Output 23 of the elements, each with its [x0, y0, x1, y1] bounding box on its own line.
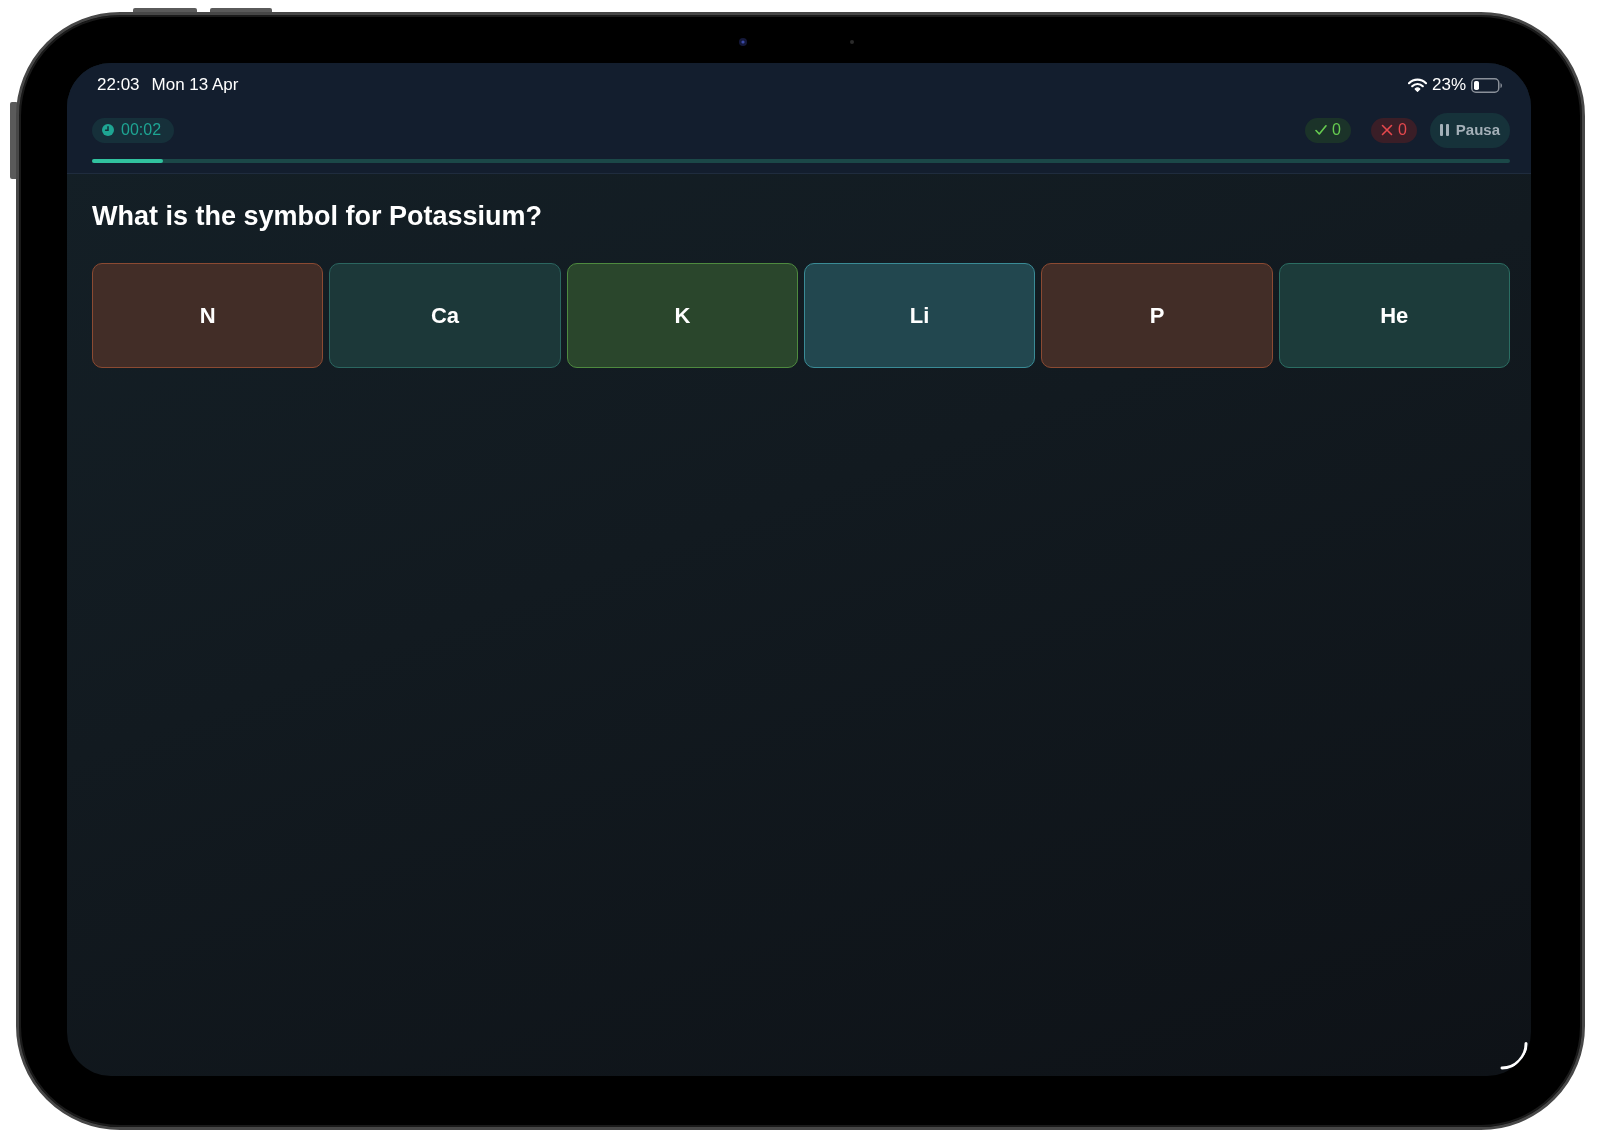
battery-icon — [1471, 77, 1502, 93]
answer-button[interactable]: P — [1041, 263, 1273, 368]
status-date: Mon 13 Apr — [151, 74, 239, 97]
wifi-icon — [1407, 78, 1427, 92]
camera-lens-icon — [739, 38, 747, 46]
corner-arc-icon[interactable] — [1500, 1042, 1528, 1070]
status-time: 22:03 — [97, 74, 140, 97]
answer-button[interactable]: N — [92, 263, 324, 368]
sensor-dot-icon — [850, 40, 854, 44]
timer-text: 00:02 — [121, 120, 162, 140]
cross-icon — [1380, 124, 1393, 136]
battery-percentage: 23% — [1431, 74, 1466, 97]
answer-button[interactable]: K — [566, 263, 798, 368]
answer-button[interactable]: Ca — [329, 263, 561, 368]
question-text: What is the symbol for Potassium? — [92, 200, 544, 233]
clock-icon — [102, 124, 114, 136]
correct-count: 0 — [1332, 120, 1341, 140]
answer-button[interactable]: Li — [804, 263, 1036, 368]
answer-button[interactable]: He — [1278, 263, 1510, 368]
pause-button[interactable]: Pausa — [1429, 112, 1510, 148]
check-icon — [1315, 124, 1327, 136]
wrong-count: 0 — [1397, 120, 1407, 140]
pause-icon — [1439, 124, 1449, 136]
